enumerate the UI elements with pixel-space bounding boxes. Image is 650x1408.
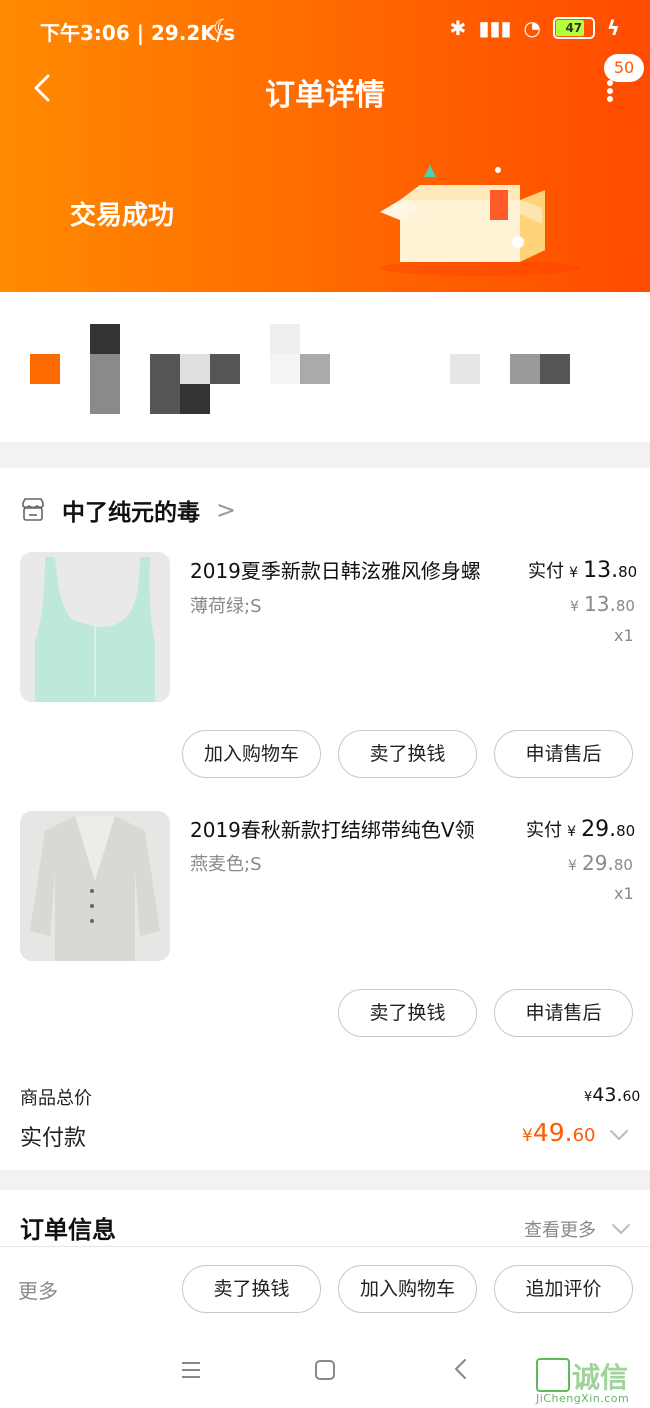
add-review-button[interactable]: 追加评价 <box>494 1265 633 1313</box>
more-actions[interactable]: 更多 <box>18 1275 58 1304</box>
item-original-price: ¥ 13.80 <box>570 592 635 616</box>
item-quantity: x1 <box>614 884 634 903</box>
message-count-badge: 50 <box>604 54 644 82</box>
watermark-logo-icon <box>536 1358 570 1392</box>
store-icon <box>22 498 44 521</box>
bluetooth-icon: ✱ <box>449 16 467 40</box>
status-bar: 下午3:06 | 29.2K/s ☾ ✱ ▮▮▮ ◔ 47 ϟ <box>0 0 650 60</box>
after-sales-button[interactable]: 申请售后 <box>494 989 633 1037</box>
status-icons: ✱ ▮▮▮ ◔ 47 ϟ <box>450 16 620 40</box>
item-title[interactable]: 2019春秋新款打结绑带纯色V领 <box>190 814 475 843</box>
resell-button[interactable]: 卖了换钱 <box>338 730 477 778</box>
item-spec: 燕麦色;S <box>190 854 262 875</box>
item-title[interactable]: 2019夏季新款日韩泫雅风修身螺 <box>190 555 481 584</box>
item-quantity: x1 <box>614 626 634 645</box>
paid-label: 实付 <box>528 561 564 582</box>
menu-icon[interactable] <box>178 1358 204 1382</box>
home-icon[interactable] <box>312 1358 338 1382</box>
order-info-title: 订单信息 <box>20 1216 116 1244</box>
product-image-oatmeal-cardigan <box>20 811 170 961</box>
watermark-text: 诚信 <box>572 1361 629 1394</box>
paid-label: 实付 <box>526 820 562 841</box>
item-thumbnail[interactable] <box>20 811 170 961</box>
back-nav-icon[interactable] <box>448 1356 474 1382</box>
paid-total-label: 实付款 <box>20 1126 87 1151</box>
address-masked <box>0 292 650 442</box>
item-paid-price: 实付 ¥ 13.80 <box>528 558 638 583</box>
wifi-icon: ◔ <box>523 16 541 40</box>
moon-icon: ☾ <box>213 16 233 41</box>
item-original-price: ¥ 29.80 <box>568 851 633 875</box>
battery-icon: 47 <box>552 17 595 39</box>
order-status: 交易成功 <box>70 201 175 231</box>
add-to-cart-button[interactable]: 加入购物车 <box>182 730 321 778</box>
status-time-speed: 下午3:06 | 29.2K/s <box>40 21 236 45</box>
see-more-link[interactable]: 查看更多 <box>524 1216 596 1242</box>
open-box-illustration <box>380 165 580 276</box>
signal-icon: ▮▮▮ <box>478 16 512 40</box>
chevron-down-icon[interactable] <box>606 1122 632 1148</box>
order-info-section: 订单信息 查看更多 <box>0 1190 650 1246</box>
item-spec: 薄荷绿;S <box>190 596 262 617</box>
chevron-right-icon: > <box>216 496 237 524</box>
charging-icon: ϟ <box>606 16 620 40</box>
shop-name: 中了纯元的毒 <box>62 500 200 526</box>
goods-total-value: ¥43.60 <box>584 1084 641 1106</box>
battery-level: 47 <box>565 21 583 35</box>
chevron-down-icon[interactable] <box>608 1216 634 1242</box>
resell-button[interactable]: 卖了换钱 <box>182 1265 321 1313</box>
bottom-action-bar: 更多 卖了换钱 加入购物车 追加评价 <box>0 1246 650 1333</box>
shop-row[interactable]: 中了纯元的毒 > <box>20 490 236 530</box>
add-to-cart-button[interactable]: 加入购物车 <box>338 1265 477 1313</box>
page-title: 订单详情 <box>265 78 385 113</box>
site-watermark: 诚信 JiChengXin.com <box>532 1356 650 1408</box>
item-thumbnail[interactable] <box>20 552 170 702</box>
resell-button[interactable]: 卖了换钱 <box>338 989 477 1037</box>
watermark-url: JiChengXin.com <box>536 1392 630 1405</box>
product-image-mint-tank-top <box>20 552 170 702</box>
item-paid-price: 实付 ¥ 29.80 <box>526 817 636 842</box>
goods-total-label: 商品总价 <box>20 1088 92 1109</box>
after-sales-button[interactable]: 申请售后 <box>494 730 633 778</box>
paid-total-value[interactable]: ¥49.60 <box>522 1118 596 1147</box>
